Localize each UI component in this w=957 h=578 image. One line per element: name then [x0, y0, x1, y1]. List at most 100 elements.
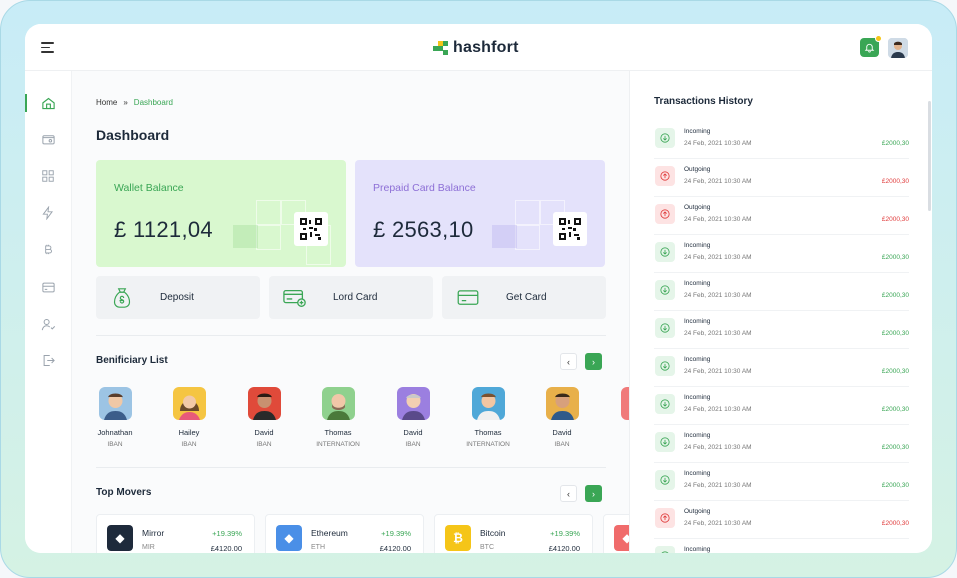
sidebar-item-activity[interactable]	[39, 204, 57, 222]
logo-mark-icon	[433, 41, 449, 55]
transaction-date: 24 Feb, 2021 10:30 AM	[684, 444, 752, 451]
qr-code-icon[interactable]	[294, 212, 328, 246]
beneficiary-item[interactable]: Hailey IBAN	[159, 387, 219, 448]
beneficiary-name: David	[254, 428, 274, 437]
breadcrumb-home[interactable]: Home	[96, 98, 117, 107]
sidebar-item-cards[interactable]	[39, 278, 57, 296]
beneficiary-item[interactable]: Thomas INTERNATION	[308, 387, 368, 448]
qr-code-icon[interactable]	[553, 212, 587, 246]
mover-card[interactable]: ◆	[603, 514, 629, 553]
beneficiary-name: Johnathan	[97, 428, 133, 437]
mover-symbol: MIR	[142, 544, 155, 551]
transaction-date: 24 Feb, 2021 10:30 AM	[684, 520, 752, 527]
avatar	[247, 387, 281, 420]
incoming-arrow-icon	[655, 280, 675, 300]
transaction-row[interactable]: Incoming 24 Feb, 2021 10:30 AM £2000,30	[654, 425, 909, 463]
prepaid-card-balance-card[interactable]: Prepaid Card Balance £ 2563,10	[355, 160, 605, 267]
avatar	[620, 387, 629, 420]
transaction-row[interactable]: Outgoing 24 Feb, 2021 10:30 AM £2000,30	[654, 197, 909, 235]
wallet-balance-amount: £ 1121,04	[114, 217, 213, 242]
sidebar-item-wallet[interactable]	[39, 130, 57, 148]
get-card-button[interactable]: Get Card	[442, 276, 606, 319]
beneficiary-item[interactable]: David IBAN	[234, 387, 294, 448]
beneficiary-item[interactable]: David IBAN	[383, 387, 443, 448]
incoming-arrow-icon	[655, 394, 675, 414]
beneficiary-type: IBAN	[256, 441, 272, 448]
transaction-row[interactable]: Incoming 24 Feb, 2021 10:30 AM £2000,30	[654, 121, 909, 159]
wallet-balance-card[interactable]: Wallet Balance £ 1121,04	[96, 160, 346, 267]
coin-icon: ◆	[614, 525, 629, 551]
beneficiary-name: David	[403, 428, 423, 437]
movers-next-button[interactable]: ›	[585, 485, 602, 502]
mover-card[interactable]: ₿ Bitcoin +19.39% BTC £4120.00	[434, 514, 593, 553]
sidebar-item-profile[interactable]	[39, 315, 57, 333]
beneficiary-item[interactable]: David IBAN	[532, 387, 592, 448]
transaction-row[interactable]: Incoming 24 Feb, 2021 10:30 AM £2000,30	[654, 463, 909, 501]
sidebar-item-apps[interactable]	[39, 167, 57, 185]
scrollbar[interactable]	[928, 101, 931, 211]
get-card-label: Get Card	[506, 292, 547, 303]
avatar	[396, 387, 430, 420]
transaction-amount: £2000,30	[881, 178, 909, 185]
menu-icon[interactable]	[41, 42, 54, 53]
user-avatar[interactable]	[888, 38, 908, 58]
card-decoration	[515, 225, 540, 250]
bell-icon	[864, 43, 875, 53]
beneficiary-type: IBAN	[405, 441, 421, 448]
transaction-row[interactable]: Incoming 24 Feb, 2021 10:30 AM £2000,30	[654, 273, 909, 311]
logo[interactable]: hashfort	[433, 38, 519, 58]
ethereum-coin-icon: ◆	[276, 525, 302, 551]
sidebar-active-indicator	[25, 94, 27, 112]
lord-card-label: Lord Card	[333, 292, 378, 303]
sidebar-item-home[interactable]	[39, 94, 57, 112]
transaction-row[interactable]: Outgoing 24 Feb, 2021 10:30 AM £2000,30	[654, 501, 909, 539]
outgoing-arrow-icon	[655, 508, 675, 528]
beneficiary-item[interactable]: Thomas INTERNATION	[458, 387, 518, 448]
transaction-row[interactable]: Incoming 24 Feb, 2021 10:30 AM £2000,30	[654, 387, 909, 425]
mirror-coin-icon: ◆	[107, 525, 133, 551]
transaction-date: 24 Feb, 2021 10:30 AM	[684, 292, 752, 299]
notification-button[interactable]	[860, 35, 882, 57]
money-bag-icon	[110, 286, 134, 310]
home-icon	[41, 97, 55, 109]
bitcoin-coin-icon: ₿	[445, 525, 471, 551]
beneficiary-type: IBAN	[107, 441, 123, 448]
transaction-date: 24 Feb, 2021 10:30 AM	[684, 330, 752, 337]
transaction-amount: £2000,30	[881, 292, 909, 299]
wallet-balance-label: Wallet Balance	[114, 182, 184, 194]
sidebar-item-logout[interactable]	[39, 351, 57, 369]
transaction-type: Incoming	[684, 394, 711, 401]
deposit-button[interactable]: Deposit	[96, 276, 260, 319]
transaction-type: Incoming	[684, 356, 711, 363]
transaction-row[interactable]: Outgoing 24 Feb, 2021 10:30 AM £2000,30	[654, 159, 909, 197]
incoming-arrow-icon	[655, 470, 675, 490]
top-bar: hashfort	[25, 24, 932, 71]
card-decoration	[256, 200, 281, 225]
beneficiary-item[interactable]: Th INTE	[607, 387, 629, 448]
mover-card[interactable]: ◆ Mirror +19.39% MIR £4120.00	[96, 514, 255, 553]
transaction-row[interactable]: Incoming 24 Feb, 2021 10:30 AM £2000,30	[654, 311, 909, 349]
outgoing-arrow-icon	[655, 166, 675, 186]
transaction-row[interactable]: Incoming 24 Feb, 2021 10:30 AM £2000,30	[654, 349, 909, 387]
prepaid-balance-label: Prepaid Card Balance	[373, 182, 476, 194]
transaction-type: Incoming	[684, 546, 711, 553]
transaction-type: Incoming	[684, 280, 711, 287]
mover-card[interactable]: ◆ Ethereum +19.39% ETH £4120.00	[265, 514, 424, 553]
movers-prev-button[interactable]: ‹	[560, 485, 577, 502]
lord-card-button[interactable]: Lord Card	[269, 276, 433, 319]
transaction-amount: £2000,30	[881, 482, 909, 489]
beneficiary-next-button[interactable]: ›	[585, 353, 602, 370]
beneficiary-name: Hailey	[178, 428, 200, 437]
breadcrumb: Home » Dashboard	[96, 98, 173, 107]
transaction-type: Incoming	[684, 470, 711, 477]
transaction-amount: £2000,30	[881, 330, 909, 337]
sidebar-item-crypto[interactable]	[39, 241, 57, 259]
transaction-row[interactable]: Incoming 24 Feb, 2021 10:30 AM £2000,30	[654, 235, 909, 273]
beneficiary-item[interactable]: Johnathan IBAN	[85, 387, 145, 448]
transaction-type: Incoming	[684, 128, 711, 135]
app-screen: hashfort Home » Dashboard Dashboard Wall…	[25, 24, 932, 553]
transaction-row[interactable]: Incoming	[654, 539, 909, 553]
mover-price: £4120.00	[379, 544, 411, 553]
beneficiary-prev-button[interactable]: ‹	[560, 353, 577, 370]
beneficiary-type: INTE	[607, 441, 629, 448]
